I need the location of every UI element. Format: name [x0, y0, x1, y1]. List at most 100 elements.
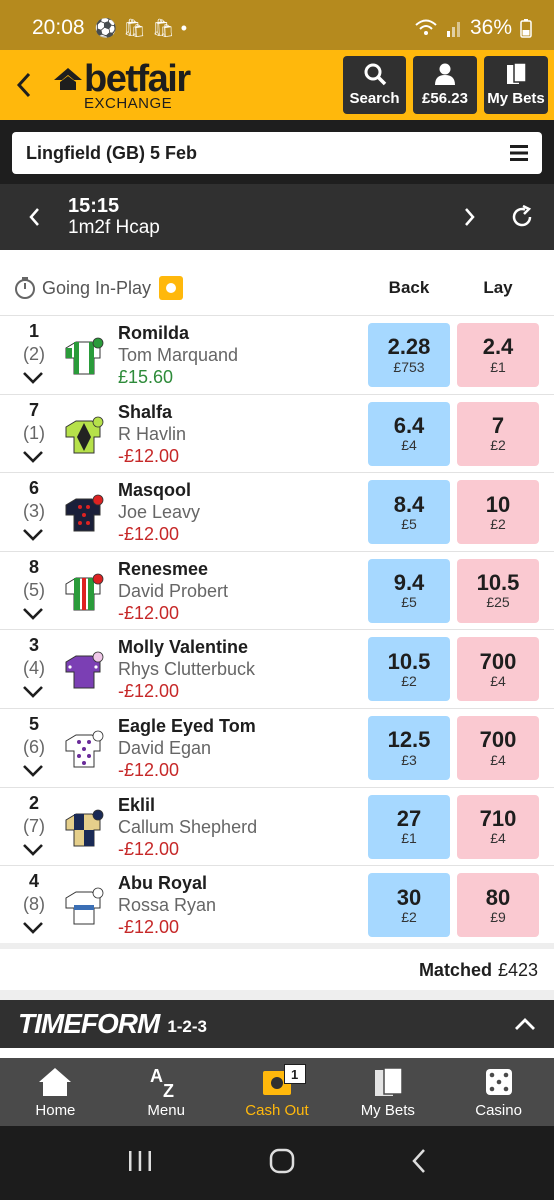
lay-size: £1	[490, 358, 506, 375]
lay-price: 80	[485, 884, 511, 910]
profit-loss: -£12.00	[118, 602, 180, 623]
runner-row[interactable]: 6 (3) Masqool Joe Leavy -£12.00 8.4 £5 1…	[0, 472, 554, 551]
back-odds-button[interactable]: 10.5 £2	[368, 637, 450, 702]
expand-runner-button[interactable]	[22, 528, 44, 547]
svg-text:A: A	[150, 1066, 163, 1086]
dot-icon: •	[180, 17, 188, 38]
runner-row[interactable]: 7 (1) Shalfa R Havlin -£12.00 6.4 £4 7 £…	[0, 393, 554, 473]
expand-runner-button[interactable]	[22, 685, 44, 704]
race-name: 1m2f Hcap	[68, 216, 160, 238]
lay-odds-button[interactable]: 700 £4	[457, 637, 539, 702]
runner-draw: (3)	[23, 501, 45, 522]
runner-draw: (8)	[23, 894, 45, 915]
search-button[interactable]: Search	[343, 56, 406, 114]
nav-casino[interactable]: Casino	[443, 1058, 554, 1126]
lay-size: £2	[490, 437, 506, 454]
back-odds-button[interactable]: 2.28 £753	[368, 323, 450, 387]
expand-runner-button[interactable]	[22, 450, 44, 469]
runner-number: 7	[28, 399, 39, 420]
back-button[interactable]	[0, 50, 48, 120]
going-inplay-label: Going In-Play	[42, 277, 152, 298]
runner-draw: (6)	[23, 736, 45, 757]
nav-home[interactable]: Home	[0, 1058, 111, 1126]
runner-row[interactable]: 8 (5) Renesmee David Probert -£12.00 9.4…	[0, 550, 554, 630]
expand-runner-button[interactable]	[22, 607, 44, 626]
expand-runner-button[interactable]	[22, 371, 44, 390]
lay-odds-button[interactable]: 10 £2	[457, 480, 539, 545]
matched-label: Matched	[418, 960, 492, 980]
jockey-name: Callum Shepherd	[118, 816, 258, 837]
back-price: 8.4	[393, 491, 425, 517]
refresh-button[interactable]	[490, 205, 554, 229]
runner-number: 3	[28, 635, 39, 656]
jockey-name: R Havlin	[118, 423, 187, 444]
runner-row[interactable]: 1 (2) Romilda Tom Marquand £15.60 2.28 £…	[0, 315, 554, 394]
back-odds-button[interactable]: 12.5 £3	[368, 715, 450, 780]
lay-odds-button[interactable]: 2.4 £1	[457, 323, 539, 387]
runner-row[interactable]: 3 (4) Molly Valentine Rhys Clutterbuck -…	[0, 629, 554, 708]
expand-runner-button[interactable]	[22, 764, 44, 783]
lay-price: 7	[491, 413, 505, 439]
recent-apps-button[interactable]	[127, 1149, 153, 1178]
nav-casino-label: Casino	[475, 1102, 522, 1119]
jockey-silk-icon	[60, 650, 108, 690]
next-race-button[interactable]	[450, 207, 490, 227]
jockey-name: David Egan	[118, 737, 212, 758]
nav-menu[interactable]: AZ Menu	[111, 1058, 222, 1126]
my-bets-header-button[interactable]: My Bets	[484, 56, 548, 114]
runner-name: Romilda	[118, 323, 190, 343]
back-odds-button[interactable]: 30 £2	[368, 873, 450, 938]
runner-name: Masqool	[118, 480, 192, 501]
system-back-button[interactable]	[411, 1148, 427, 1179]
runner-row[interactable]: 4 (8) Abu Royal Rossa Ryan -£12.00 30 £2…	[0, 865, 554, 944]
runner-number: 6	[28, 478, 39, 499]
nav-cash-out-label: Cash Out	[245, 1102, 309, 1119]
chevron-left-icon	[29, 208, 39, 226]
battery-percent: 36%	[469, 16, 512, 39]
back-odds-button[interactable]: 6.4 £4	[368, 401, 450, 466]
event-selector[interactable]: Lingfield (GB) 5 Feb	[12, 132, 542, 174]
expand-runner-button[interactable]	[22, 921, 44, 940]
chevron-down-icon	[23, 450, 43, 463]
runner-number: 5	[28, 713, 39, 734]
app-header: betfair EXCHANGE Search £56.23 My Bets	[0, 50, 554, 120]
lay-odds-button[interactable]: 700 £4	[457, 715, 539, 780]
account-balance-button[interactable]: £56.23	[413, 56, 477, 114]
lay-size: £4	[490, 672, 506, 689]
profit-loss: -£12.00	[118, 759, 180, 780]
lay-odds-button[interactable]: 710 £4	[457, 794, 539, 859]
back-size: £4	[401, 437, 417, 454]
lay-price: 700	[479, 727, 517, 753]
lay-price: 10.5	[476, 570, 520, 596]
lay-odds-button[interactable]: 80 £9	[457, 873, 539, 938]
back-odds-button[interactable]: 9.4 £5	[368, 558, 450, 623]
betfair-logo[interactable]: betfair EXCHANGE	[52, 60, 191, 111]
home-system-button[interactable]	[268, 1147, 296, 1180]
runner-draw: (5)	[23, 579, 45, 600]
chevron-down-icon	[23, 765, 43, 777]
previous-race-button[interactable]	[0, 207, 68, 227]
runner-row[interactable]: 2 (7) Eklil Callum Shepherd -£12.00 27 £…	[0, 786, 554, 866]
chevron-down-icon	[23, 922, 43, 934]
lay-odds-button[interactable]: 7 £2	[457, 401, 539, 466]
runners-list: 1 (2) Romilda Tom Marquand £15.60 2.28 £…	[0, 315, 554, 944]
nav-my-bets[interactable]: My Bets	[332, 1058, 443, 1126]
recent-apps-icon	[129, 1150, 152, 1171]
nav-home-label: Home	[35, 1102, 76, 1119]
runner-row[interactable]: 5 (6) Eagle Eyed Tom David Egan -£12.00 …	[0, 707, 554, 787]
runner-name: Molly Valentine	[118, 637, 249, 658]
a-z-icon: AZ	[150, 1066, 174, 1098]
nav-my-bets-label: My Bets	[360, 1102, 415, 1119]
nav-menu-label: Menu	[147, 1102, 185, 1119]
profit-loss: -£12.00	[118, 524, 180, 545]
market-header: Going In-Play Back Lay	[0, 262, 554, 314]
timeform-panel[interactable]: TIMEFORM 1-2-3	[0, 1000, 554, 1048]
jockey-name: Rhys Clutterbuck	[118, 659, 256, 680]
shop-icon-2: 🛍	[151, 17, 175, 38]
back-odds-button[interactable]: 27 £1	[368, 794, 450, 859]
nav-cash-out[interactable]: 1 Cash Out	[222, 1058, 333, 1126]
expand-runner-button[interactable]	[22, 843, 44, 862]
lay-odds-button[interactable]: 10.5 £25	[457, 558, 539, 623]
back-size: £1	[401, 830, 417, 847]
back-odds-button[interactable]: 8.4 £5	[368, 480, 450, 545]
